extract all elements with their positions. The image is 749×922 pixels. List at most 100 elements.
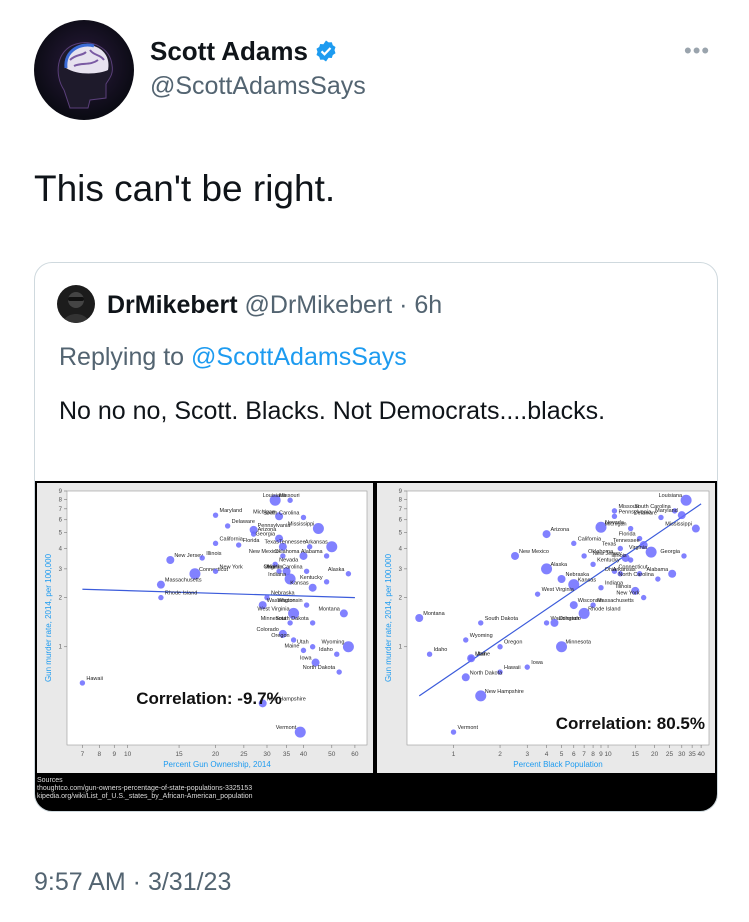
quoted-tweet-image[interactable]: 1 2 3 4 5 6 7 8 9 7 8 9 10 15 20 25 30 35 40 50 60 Percent Gu… [35,481,717,811]
point-label: Wisconsin [278,598,303,604]
y-tick-label: 9 [399,489,403,495]
x-tick-label: 50 [328,751,336,758]
quoted-tweet[interactable]: DrMikebert @DrMikebert · 6h Replying to … [34,262,718,812]
data-point [463,637,469,643]
data-point [598,585,604,591]
x-tick-label: 2 [498,751,502,758]
point-label: Louisiana [659,493,683,499]
data-point [79,680,86,686]
tweet-timestamp[interactable]: 9:57 AM · 3/31/23 [34,868,231,897]
point-label: Maine [284,643,299,649]
data-point [323,553,330,559]
data-point [461,673,470,682]
quoted-author-name[interactable]: DrMikebert [107,291,238,319]
x-tick-label: 40 [697,751,705,758]
author-name[interactable]: Scott Adams [150,36,338,67]
author-avatar[interactable] [34,20,134,120]
point-label: New Mexico [519,549,549,555]
point-label: Idaho [434,647,448,653]
data-point [287,497,293,503]
data-point [415,614,424,622]
data-point [212,568,219,574]
point-label: Kentucky [597,557,620,563]
quoted-tweet-text: No no no, Scott. Blacks. Not Democrats..… [59,397,606,425]
data-point [199,555,205,561]
data-point [611,513,618,519]
y-tick-label: 2 [59,596,63,602]
point-label: Indiana [268,572,287,578]
chart-gun-ownership-svg: 1 2 3 4 5 6 7 8 9 7 8 9 10 15 20 25 30 35 40 50 60 Percent Gu… [44,489,368,769]
x-tick-label: 20 [651,751,659,758]
y-tick-label: 4 [59,546,63,552]
point-label: Wyoming [322,640,345,646]
data-point [334,651,340,657]
point-label: Texas [264,540,279,546]
point-label: North Carolina [618,572,654,578]
point-label: Colorado [257,627,279,633]
y-tick-label: 1 [59,645,63,651]
y-tick-label: 3 [399,567,403,573]
data-point [323,579,330,585]
point-label: Vermont [458,725,479,731]
chart-gun-ownership: 1 2 3 4 5 6 7 8 9 7 8 9 10 15 20 25 30 35 40 50 60 Percent Gu… [37,483,373,773]
data-point [691,524,700,533]
data-point [294,726,306,738]
point-label: Louisiana [263,493,287,499]
point-label: Delaware [232,519,255,525]
point-label: Hawaii [504,665,521,671]
author-handle[interactable]: @ScottAdamsSays [150,72,366,101]
replying-to-mention[interactable]: @ScottAdamsSays [191,343,407,371]
more-options-icon[interactable]: ••• [684,38,710,64]
y-tick-label: 5 [399,531,403,537]
point-label: New Hampshire [485,689,524,695]
verified-badge-icon [316,40,336,62]
point-label: Alaska [328,567,345,573]
data-point [166,555,175,564]
x-tick-label: 6 [572,751,576,758]
data-point [342,641,354,653]
data-point [640,594,647,601]
point-label: Arizona [551,527,571,533]
point-label: Ohio [605,567,617,573]
point-label: Oklahoma [274,549,300,555]
point-label: North Dakota [470,670,503,676]
data-point [156,580,165,589]
data-point [543,620,550,626]
x-tick-label: 10 [604,751,612,758]
data-point [590,561,596,567]
data-point [645,546,657,558]
data-point [212,540,219,547]
data-point [300,647,307,654]
point-label: South Carolina [263,510,300,516]
x-tick-label: 35 [283,751,291,758]
point-label: Illinois [616,584,632,590]
data-point [681,553,687,559]
x-tick-label: 30 [263,751,271,758]
data-point [668,569,677,578]
sources-text: Sources thoughtco.com/gun-owners-percent… [35,777,253,801]
point-label: South Dakota [275,616,309,622]
point-label: Mississippi [665,522,692,528]
point-label: New York [616,591,639,597]
data-point [339,609,348,618]
x-tick-label: 25 [240,751,248,758]
x-tick-label: 4 [545,751,549,758]
quoted-author: DrMikebert @DrMikebert · 6h [107,291,442,320]
y-tick-label: 7 [399,507,403,513]
point-label: New York [220,564,243,570]
x-tick-label: 15 [632,751,640,758]
x-tick-label: 25 [666,751,674,758]
point-label: Georgia [660,549,681,555]
point-label: Maryland [220,508,243,514]
data-point [300,514,307,521]
quoted-author-avatar[interactable] [57,285,95,323]
y-tick-label: 8 [399,497,403,503]
data-point [658,514,664,521]
quoted-author-handle[interactable]: @DrMikebert · 6h [245,291,443,319]
point-label: Montana [423,611,445,617]
point-label: Illinois [206,551,222,557]
y-tick-label: 2 [399,596,403,602]
chart-black-population: 1 2 3 4 5 6 7 8 9 1 2 3 4 5 6 7 8 9 10 15 20 25 30 35 40 Percent … [377,483,715,773]
x-axis-label: Percent Gun Ownership, 2014 [163,760,271,769]
x-tick-label: 3 [525,751,529,758]
